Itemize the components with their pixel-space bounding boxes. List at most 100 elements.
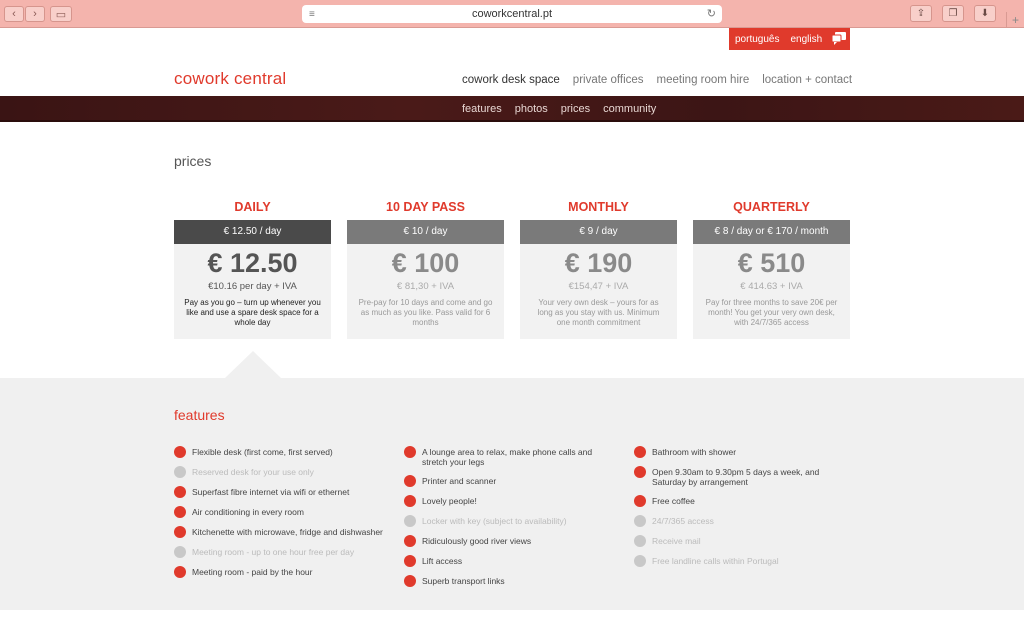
nav-meeting-room-hire[interactable]: meeting room hire [657, 74, 750, 86]
feature-text: Superb transport links [422, 576, 505, 586]
feature-item: Superb transport links [404, 575, 614, 587]
new-tab-icon[interactable]: + [1006, 12, 1024, 28]
feature-text: Free coffee [652, 496, 695, 506]
feature-item: Free landline calls within Portugal [634, 555, 844, 567]
nav-private-offices[interactable]: private offices [573, 74, 644, 86]
share-icon[interactable]: ⇪ [910, 5, 932, 22]
price-total: € 100 [391, 248, 460, 278]
feature-text: Meeting room - up to one hour free per d… [192, 547, 355, 557]
price-card-daily[interactable]: DAILY € 12.50 / day € 12.50 €10.16 per d… [174, 200, 331, 339]
excluded-dot-icon [174, 466, 186, 478]
feature-text: Receive mail [652, 536, 701, 546]
included-dot-icon [404, 555, 416, 567]
feature-item: Open 9.30am to 9.30pm 5 days a week, and… [634, 466, 844, 487]
feature-text: Printer and scanner [422, 476, 497, 486]
feature-item: Receive mail [634, 535, 844, 547]
subnav-community[interactable]: community [603, 103, 656, 115]
excluded-dot-icon [634, 535, 646, 547]
price-category: QUARTERLY [733, 200, 810, 214]
nav-location-contact[interactable]: location + contact [762, 74, 852, 86]
excluded-dot-icon [634, 555, 646, 567]
feature-item: Printer and scanner [404, 475, 614, 487]
included-dot-icon [404, 475, 416, 487]
price-category: MONTHLY [568, 200, 629, 214]
selected-card-pointer [225, 351, 281, 378]
feature-text: Kitchenette with microwave, fridge and d… [192, 527, 383, 537]
feature-text: Bathroom with shower [652, 447, 737, 457]
price-net: € 414.63 + IVA [740, 281, 803, 292]
features-heading: features [174, 407, 225, 423]
forward-icon[interactable]: › [25, 6, 45, 22]
included-dot-icon [634, 495, 646, 507]
language-pt-link[interactable]: português [735, 34, 779, 45]
price-category: DAILY [234, 200, 271, 214]
price-rate: € 9 / day [520, 220, 677, 244]
feature-item: Locker with key (subject to availability… [404, 515, 614, 527]
excluded-dot-icon [634, 515, 646, 527]
price-net: €154,47 + IVA [568, 281, 629, 292]
price-card-quarterly[interactable]: QUARTERLY € 8 / day or € 170 / month € 5… [693, 200, 850, 339]
included-dot-icon [634, 446, 646, 458]
price-net: €10.16 per day + IVA [208, 281, 297, 292]
nav-cowork-desk-space[interactable]: cowork desk space [462, 74, 560, 86]
price-card-10-day-pass[interactable]: 10 DAY PASS € 10 / day € 100 € 81,30 + I… [347, 200, 504, 339]
language-switcher: português english [729, 28, 850, 50]
feature-text: Locker with key (subject to availability… [422, 516, 567, 526]
feature-text: Air conditioning in every room [192, 507, 304, 517]
included-dot-icon [404, 446, 416, 458]
included-dot-icon [404, 495, 416, 507]
feature-text: Lovely people! [422, 496, 477, 506]
price-total: € 12.50 [207, 248, 298, 278]
included-dot-icon [174, 486, 186, 498]
sidebar-icon[interactable]: ▭ [50, 6, 72, 22]
subnav-photos[interactable]: photos [515, 103, 548, 115]
price-description: Pay as you go – turn up whenever you lik… [184, 298, 321, 327]
feature-item: A lounge area to relax, make phone calls… [404, 446, 614, 467]
reader-icon[interactable]: ≡ [309, 9, 315, 20]
feature-text: Flexible desk (first come, first served) [192, 447, 333, 457]
feature-text: Free landline calls within Portugal [652, 556, 779, 566]
download-icon[interactable]: ⬇ [974, 5, 996, 22]
feature-item: Kitchenette with microwave, fridge and d… [174, 526, 384, 538]
price-rate: € 12.50 / day [174, 220, 331, 244]
feature-item: Lovely people! [404, 495, 614, 507]
features-column-3: Bathroom with shower Open 9.30am to 9.30p… [634, 446, 844, 575]
price-total: € 190 [564, 248, 633, 278]
feature-item: 24/7/365 access [634, 515, 844, 527]
language-en-link[interactable]: english [790, 34, 822, 45]
main-nav: cowork desk space private offices meetin… [462, 74, 865, 86]
feature-item: Bathroom with shower [634, 446, 844, 458]
site-logo[interactable]: cowork central [174, 69, 286, 89]
feature-item: Reserved desk for your use only [174, 466, 384, 478]
excluded-dot-icon [174, 546, 186, 558]
price-rate: € 8 / day or € 170 / month [693, 220, 850, 244]
address-bar[interactable]: ≡ coworkcentral.pt ↻ [302, 5, 722, 23]
price-rate: € 10 / day [347, 220, 504, 244]
price-total: € 510 [737, 248, 806, 278]
price-description: Pre-pay for 10 days and come and go as m… [358, 298, 493, 327]
price-net: € 81,30 + IVA [396, 281, 455, 292]
feature-item: Free coffee [634, 495, 844, 507]
feature-text: A lounge area to relax, make phone calls… [422, 447, 593, 467]
feature-item: Meeting room - paid by the hour [174, 566, 384, 578]
price-category: 10 DAY PASS [386, 200, 465, 214]
features-column-1: Flexible desk (first come, first served)… [174, 446, 384, 586]
included-dot-icon [404, 535, 416, 547]
chat-bubble-icon[interactable] [832, 32, 846, 45]
feature-text: Open 9.30am to 9.30pm 5 days a week, and… [652, 467, 820, 487]
feature-text: Ridiculously good river views [422, 536, 532, 546]
subnav-prices[interactable]: prices [561, 103, 590, 115]
feature-text: Superfast fibre internet via wifi or eth… [192, 487, 350, 497]
reload-icon[interactable]: ↻ [707, 7, 716, 20]
feature-text: Reserved desk for your use only [192, 467, 314, 477]
feature-item: Ridiculously good river views [404, 535, 614, 547]
included-dot-icon [174, 526, 186, 538]
feature-item: Meeting room - up to one hour free per d… [174, 546, 384, 558]
feature-text: Lift access [422, 556, 463, 566]
subnav-features[interactable]: features [462, 103, 502, 115]
feature-text: 24/7/365 access [652, 516, 714, 526]
tabs-icon[interactable]: ❐ [942, 5, 964, 22]
included-dot-icon [174, 566, 186, 578]
price-card-monthly[interactable]: MONTHLY € 9 / day € 190 €154,47 + IVA Yo… [520, 200, 677, 339]
back-icon[interactable]: ‹ [4, 6, 24, 22]
